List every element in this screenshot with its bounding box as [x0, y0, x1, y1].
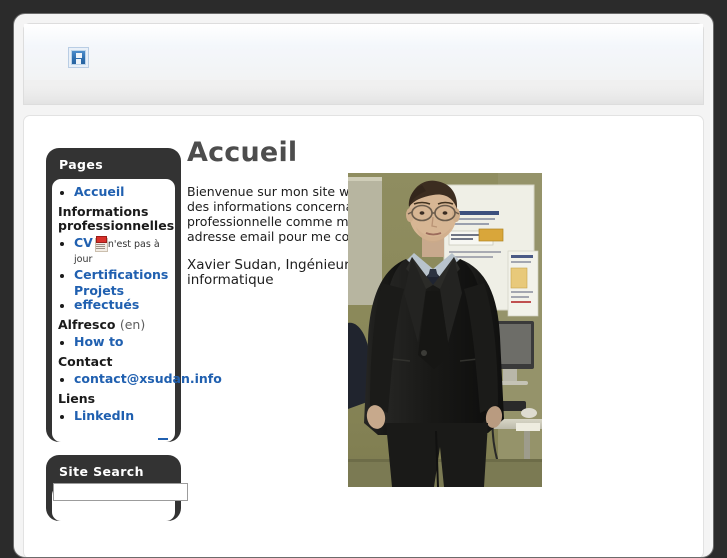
sidebar-item-how-to[interactable]: How to	[74, 334, 124, 349]
widget-collapse-button[interactable]	[158, 438, 168, 440]
content-panel: Pages Accueil Informations professionnel…	[23, 115, 704, 557]
list-item: LinkedIn	[74, 409, 175, 424]
page-title: Accueil	[187, 137, 298, 168]
site-header-banner	[24, 24, 703, 80]
broken-image-icon[interactable]	[68, 47, 89, 68]
sidebar-heading-alfresco-suffix: (en)	[119, 317, 146, 332]
list-item: contact@xsudan.info	[74, 372, 222, 387]
widget-site-search-title: Site Search	[59, 464, 144, 479]
sidebar-item-contact-email[interactable]: contact@xsudan.info	[74, 371, 222, 386]
nav-list-alfresco: How to	[52, 335, 175, 350]
sidebar-heading-contact: Contact	[58, 354, 113, 369]
list-item: Projets effectués	[74, 284, 175, 313]
widget-pages-title: Pages	[59, 157, 104, 172]
sidebar-heading-alfresco: Alfresco (en)	[58, 318, 175, 332]
portrait-photo	[348, 173, 542, 487]
broken-image-glyph	[71, 50, 86, 65]
sidebar: Pages Accueil Informations professionnel…	[46, 148, 222, 534]
sidebar-item-linkedin[interactable]: LinkedIn	[74, 408, 134, 423]
sidebar-heading-alfresco-text: Alfresco	[58, 317, 116, 332]
list-item: How to	[74, 335, 175, 350]
pdf-icon	[94, 236, 108, 252]
sidebar-item-certifications[interactable]: Certifications	[74, 267, 168, 282]
nav-list-professionnelles: CVn'est pas à jour Certifications Projet…	[52, 236, 175, 313]
site-header	[23, 23, 704, 105]
sidebar-item-accueil[interactable]: Accueil	[74, 184, 124, 199]
sidebar-item-projets-effectues[interactable]: Projets effectués	[74, 284, 175, 312]
sidebar-heading-informations-professionnelles: Informations professionnelles	[58, 204, 175, 233]
nav-list-accueil: Accueil	[52, 185, 175, 200]
widget-pages-body: Accueil Informations professionnelles CV…	[52, 179, 222, 442]
nav-list-contact: contact@xsudan.info	[52, 372, 222, 387]
browser-viewport: Pages Accueil Informations professionnel…	[0, 0, 727, 558]
list-item: Certifications	[74, 268, 175, 283]
list-item: Accueil	[74, 185, 175, 200]
list-item: CVn'est pas à jour	[74, 236, 175, 267]
search-input[interactable]	[53, 483, 188, 501]
sidebar-item-cv[interactable]: CV	[74, 235, 93, 250]
widget-site-search: Site Search	[46, 455, 188, 521]
portrait-photo-image	[348, 173, 542, 487]
widget-pages: Pages Accueil Informations professionnel…	[46, 148, 222, 442]
sidebar-heading-liens: Liens	[58, 391, 96, 406]
page-container: Pages Accueil Informations professionnel…	[13, 13, 714, 558]
nav-list-liens: LinkedIn	[52, 409, 175, 424]
